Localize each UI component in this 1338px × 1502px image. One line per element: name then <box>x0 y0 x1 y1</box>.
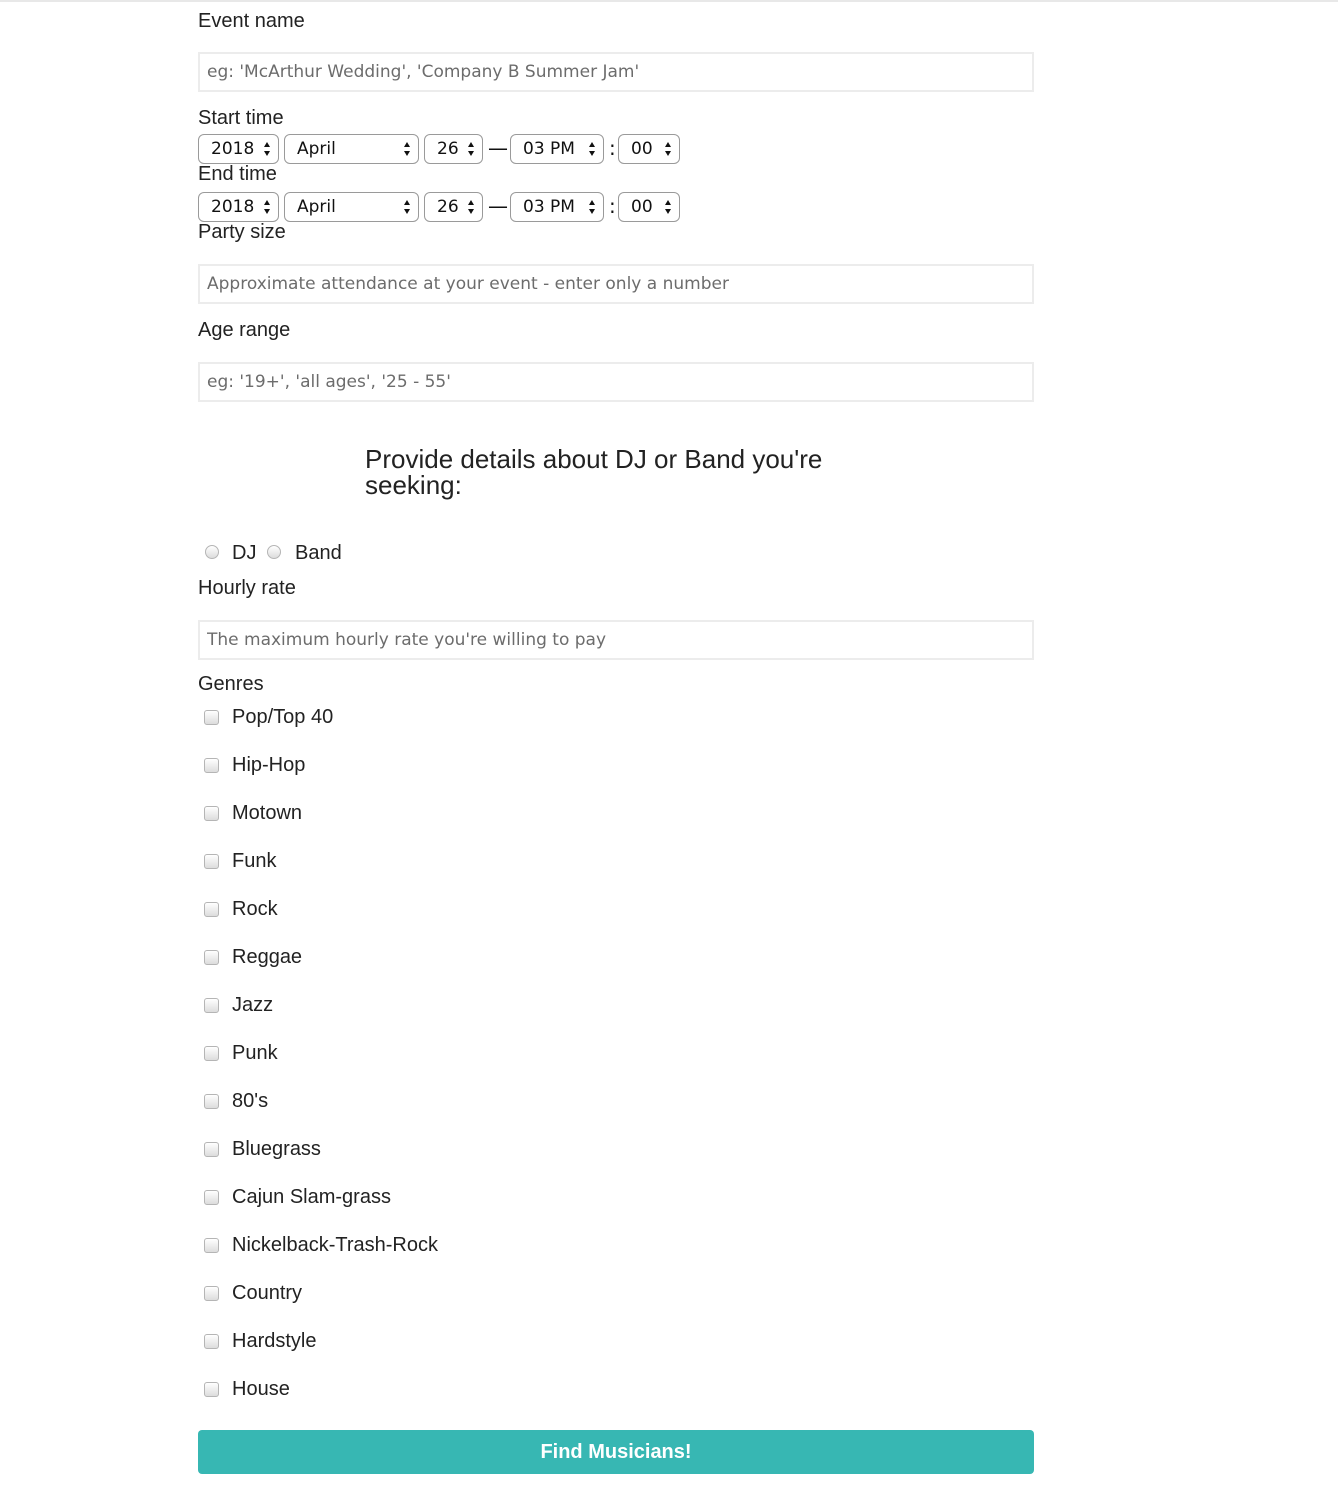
age-range-input[interactable] <box>198 362 1034 402</box>
start-time-label: Start time <box>198 107 284 129</box>
select-arrows-icon <box>589 200 595 214</box>
select-arrows-icon <box>665 200 671 214</box>
find-musicians-button[interactable]: Find Musicians! <box>198 1430 1034 1474</box>
genre-checkbox[interactable] <box>204 902 219 917</box>
genre-item: Funk <box>198 848 1034 896</box>
genre-item: Reggae <box>198 944 1034 992</box>
time-colon: : <box>609 194 616 218</box>
end-minute-value: 00 <box>631 197 653 217</box>
genre-item: Rock <box>198 896 1034 944</box>
start-year-value: 2018 <box>211 139 255 159</box>
time-colon: : <box>609 136 616 160</box>
time-dash: — <box>488 194 508 218</box>
start-month-select[interactable]: April <box>284 134 419 164</box>
genre-checkbox[interactable] <box>204 806 219 821</box>
genre-label: Punk <box>232 1042 278 1064</box>
dj-radio-label: DJ <box>232 542 257 564</box>
start-minute-value: 00 <box>631 139 653 159</box>
select-arrows-icon <box>264 200 270 214</box>
genre-checkbox[interactable] <box>204 1094 219 1109</box>
genre-label: Bluegrass <box>232 1138 321 1160</box>
end-year-select[interactable]: 2018 <box>198 192 279 222</box>
end-month-select[interactable]: April <box>284 192 419 222</box>
select-arrows-icon <box>665 142 671 156</box>
genre-item: Motown <box>198 800 1034 848</box>
genre-label: Pop/Top 40 <box>232 706 334 728</box>
start-month-value: April <box>297 139 336 159</box>
genre-checkbox[interactable] <box>204 998 219 1013</box>
genre-item: Cajun Slam-grass <box>198 1184 1034 1232</box>
genre-checkbox[interactable] <box>204 1286 219 1301</box>
start-hour-value: 03 PM <box>523 139 575 159</box>
party-size-input[interactable] <box>198 264 1034 304</box>
select-arrows-icon <box>264 142 270 156</box>
genre-label: Country <box>232 1282 303 1304</box>
genre-checkbox[interactable] <box>204 1046 219 1061</box>
genre-item: Bluegrass <box>198 1136 1034 1184</box>
top-divider <box>0 0 1338 2</box>
select-arrows-icon <box>589 142 595 156</box>
hourly-rate-label: Hourly rate <box>198 577 296 599</box>
genre-list: Pop/Top 40 Hip-Hop Motown Funk Rock Regg… <box>198 704 1034 1424</box>
genre-checkbox[interactable] <box>204 1382 219 1397</box>
event-name-label: Event name <box>198 10 305 32</box>
genre-checkbox[interactable] <box>204 1238 219 1253</box>
musician-section-heading: Provide details about DJ or Band you're … <box>365 444 823 500</box>
genre-item: Punk <box>198 1040 1034 1088</box>
genres-label: Genres <box>198 673 264 695</box>
end-minute-select[interactable]: 00 <box>618 192 680 222</box>
end-month-value: April <box>297 197 336 217</box>
genre-label: Motown <box>232 802 303 824</box>
end-hour-select[interactable]: 03 PM <box>510 192 604 222</box>
party-size-label: Party size <box>198 221 286 243</box>
dj-radio[interactable] <box>205 545 219 559</box>
genre-label: Reggae <box>232 946 303 968</box>
genre-label: 80's <box>232 1090 269 1112</box>
genre-label: Hip-Hop <box>232 754 306 776</box>
genre-checkbox[interactable] <box>204 710 219 725</box>
genre-item: Hardstyle <box>198 1328 1034 1376</box>
band-radio-label: Band <box>295 542 342 564</box>
genre-item: Pop/Top 40 <box>198 704 1034 752</box>
age-range-label: Age range <box>198 319 291 341</box>
genre-label: Hardstyle <box>232 1330 317 1352</box>
event-name-input[interactable] <box>198 52 1034 92</box>
start-minute-select[interactable]: 00 <box>618 134 680 164</box>
time-dash: — <box>488 136 508 160</box>
end-year-value: 2018 <box>211 197 255 217</box>
start-day-select[interactable]: 26 <box>424 134 483 164</box>
hourly-rate-input[interactable] <box>198 620 1034 660</box>
genre-label: Rock <box>232 898 278 920</box>
genre-label: Funk <box>232 850 277 872</box>
genre-checkbox[interactable] <box>204 1334 219 1349</box>
end-day-value: 26 <box>437 197 459 217</box>
select-arrows-icon <box>468 142 474 156</box>
start-year-select[interactable]: 2018 <box>198 134 279 164</box>
select-arrows-icon <box>468 200 474 214</box>
genre-label: Cajun Slam-grass <box>232 1186 391 1208</box>
genre-checkbox[interactable] <box>204 950 219 965</box>
genre-item: Hip-Hop <box>198 752 1034 800</box>
select-arrows-icon <box>404 142 410 156</box>
genre-checkbox[interactable] <box>204 1190 219 1205</box>
end-time-label: End time <box>198 163 277 185</box>
genre-checkbox[interactable] <box>204 1142 219 1157</box>
select-arrows-icon <box>404 200 410 214</box>
start-hour-select[interactable]: 03 PM <box>510 134 604 164</box>
end-day-select[interactable]: 26 <box>424 192 483 222</box>
genre-item: Jazz <box>198 992 1034 1040</box>
end-hour-value: 03 PM <box>523 197 575 217</box>
genre-item: House <box>198 1376 1034 1424</box>
genre-item: Nickelback-Trash-Rock <box>198 1232 1034 1280</box>
start-day-value: 26 <box>437 139 459 159</box>
genre-item: 80's <box>198 1088 1034 1136</box>
band-radio[interactable] <box>267 545 281 559</box>
genre-label: House <box>232 1378 290 1400</box>
genre-label: Nickelback-Trash-Rock <box>232 1234 438 1256</box>
genre-checkbox[interactable] <box>204 854 219 869</box>
genre-item: Country <box>198 1280 1034 1328</box>
genre-label: Jazz <box>232 994 274 1016</box>
genre-checkbox[interactable] <box>204 758 219 773</box>
